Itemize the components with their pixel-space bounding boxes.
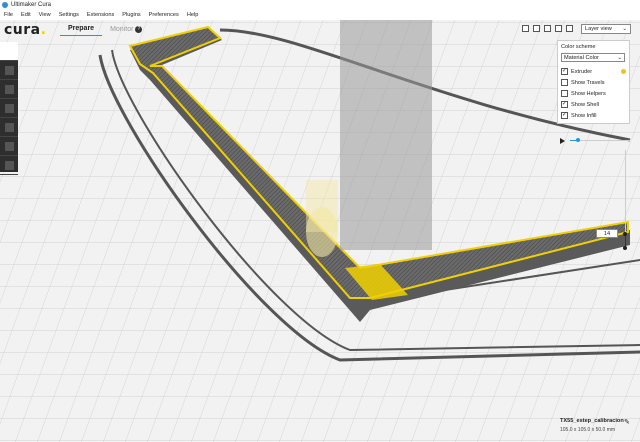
- menu-preferences[interactable]: Preferences: [145, 12, 183, 18]
- scale-tool-button[interactable]: [0, 80, 18, 99]
- cura-app-icon: [2, 2, 8, 8]
- print-head-shadow: [340, 20, 432, 250]
- extruder-color-swatch: [621, 69, 626, 74]
- checkbox[interactable]: [561, 90, 568, 97]
- view-mode-select[interactable]: Layer view ⌄: [581, 24, 631, 34]
- view-orientation-buttons: [522, 25, 573, 32]
- help-icon: ?: [135, 25, 143, 33]
- model-dimensions: 105.0 x 105.0 x 50.0 mm: [560, 427, 616, 433]
- mirror-tool-button[interactable]: [0, 118, 18, 137]
- chevron-down-icon: ⌄: [617, 54, 622, 61]
- move-tool-button[interactable]: [0, 61, 18, 80]
- 3d-view-icon[interactable]: [522, 25, 529, 32]
- open-file-button[interactable]: [0, 42, 18, 61]
- rotate-tool-button[interactable]: [0, 99, 18, 118]
- build-plate-scene: [0, 20, 640, 442]
- menu-file[interactable]: File: [0, 12, 17, 18]
- layer-path-slider[interactable]: [560, 138, 630, 144]
- scale-icon: [4, 84, 14, 94]
- color-scheme-label: Color scheme: [561, 44, 596, 50]
- checkbox[interactable]: [561, 67, 568, 75]
- option-show-shell[interactable]: Show Shell: [561, 99, 626, 110]
- layer-view-panel: Color scheme Material Color ⌄ Extruder S…: [557, 40, 630, 124]
- menu-edit[interactable]: Edit: [17, 12, 35, 18]
- view-mode-value: Layer view: [585, 26, 612, 32]
- chevron-down-icon: ⌄: [622, 26, 627, 32]
- cura-logo: cura.: [4, 22, 47, 38]
- layer-number-input[interactable]: 14: [596, 229, 618, 238]
- move-icon: [4, 65, 14, 75]
- option-extruder[interactable]: Extruder: [561, 66, 626, 77]
- stage-tabs: Prepare Monitor?: [60, 22, 150, 36]
- play-icon[interactable]: [560, 138, 565, 144]
- rotate-icon: [4, 103, 14, 113]
- per-model-settings-button[interactable]: [0, 137, 18, 156]
- option-show-infill[interactable]: Show Infill: [561, 110, 626, 121]
- option-show-helpers[interactable]: Show Helpers: [561, 88, 626, 99]
- pencil-icon[interactable]: ✎: [624, 418, 630, 426]
- color-scheme-select[interactable]: Material Color ⌄: [561, 53, 625, 62]
- checkbox[interactable]: [561, 79, 568, 86]
- support-blocker-button[interactable]: [0, 156, 18, 175]
- layer-slider[interactable]: [623, 150, 627, 250]
- menu-extensions[interactable]: Extensions: [83, 12, 118, 18]
- folder-icon: [4, 48, 14, 56]
- layer-upper-handle[interactable]: [623, 232, 627, 236]
- menu-settings[interactable]: Settings: [55, 12, 83, 18]
- right-view-icon[interactable]: [566, 25, 573, 32]
- left-toolbar: [0, 42, 18, 175]
- 3d-viewport[interactable]: [0, 20, 640, 442]
- front-view-icon[interactable]: [533, 25, 540, 32]
- menu-bar: File Edit View Settings Extensions Plugi…: [0, 10, 640, 20]
- model-info: TX55_estep_calibracion 105.0 x 105.0 x 5…: [560, 418, 640, 440]
- nozzle-ghost-body: [306, 180, 338, 232]
- slider-handle[interactable]: [576, 138, 580, 142]
- left-view-icon[interactable]: [555, 25, 562, 32]
- top-view-icon[interactable]: [544, 25, 551, 32]
- window-title: Ultimaker Cura: [11, 2, 52, 8]
- settings-icon: [4, 141, 14, 151]
- checkbox[interactable]: [561, 100, 568, 108]
- menu-view[interactable]: View: [35, 12, 55, 18]
- support-icon: [4, 160, 14, 170]
- menu-plugins[interactable]: Plugins: [118, 12, 144, 18]
- title-bar: Ultimaker Cura: [0, 0, 640, 10]
- mirror-icon: [4, 122, 14, 132]
- option-show-travels[interactable]: Show Travels: [561, 77, 626, 88]
- menu-help[interactable]: Help: [183, 12, 203, 18]
- checkbox[interactable]: [561, 111, 568, 119]
- tab-monitor[interactable]: Monitor?: [102, 22, 150, 36]
- tab-prepare[interactable]: Prepare: [60, 22, 103, 36]
- layer-lower-handle[interactable]: [623, 246, 627, 250]
